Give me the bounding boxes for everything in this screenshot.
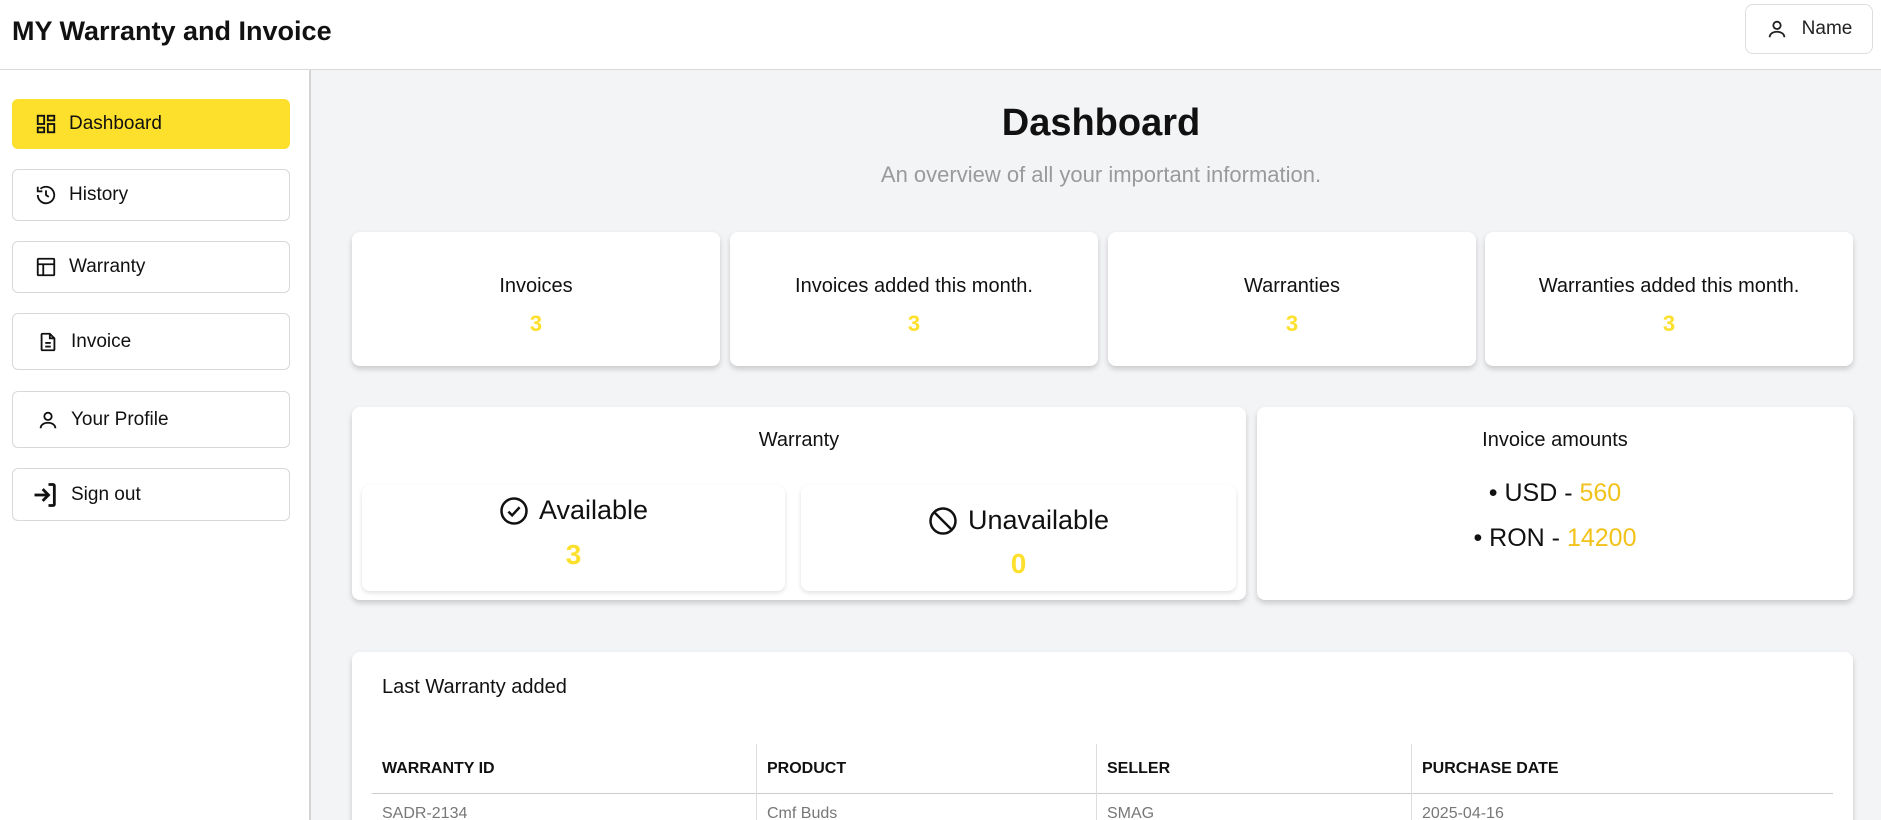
- stat-card-invoices: Invoices 3: [352, 232, 720, 366]
- available-label: Available: [538, 495, 649, 525]
- column-header[interactable]: SELLER: [1096, 744, 1411, 794]
- amounts-list: • USD - 560 • RON - 14200: [1267, 413, 1843, 591]
- sidebar-item-sign-out[interactable]: Sign out: [12, 468, 290, 521]
- invoice-icon: [40, 332, 56, 351]
- stat-label: Warranties: [1244, 275, 1340, 297]
- main-content: Dashboard An overview of all your import…: [313, 70, 1881, 820]
- top-bar: MY Warranty and Invoice Name: [0, 0, 1881, 70]
- user-name: Name: [1801, 18, 1853, 39]
- amount-currency: • RON -: [1473, 524, 1561, 552]
- stat-label: Warranties added this month.: [1538, 275, 1800, 297]
- sidebar-item-warranty[interactable]: Warranty: [12, 241, 290, 293]
- card-title: Warranty: [758, 429, 840, 451]
- sidebar-item-label: Invoice: [71, 330, 132, 352]
- stat-card-warranties: Warranties 3: [1108, 232, 1476, 366]
- available-value: 3: [565, 539, 582, 570]
- table-header-row: WARRANTY ID PRODUCT SELLER PURCHASE DATE: [372, 744, 1833, 794]
- stat-card-warranties-month: Warranties added this month. 3: [1485, 232, 1853, 366]
- column-header[interactable]: WARRANTY ID: [372, 744, 756, 794]
- history-icon: [36, 185, 56, 205]
- stat-value: 3: [907, 311, 921, 336]
- app-title: MY Warranty and Invoice: [12, 16, 332, 46]
- user-menu-button[interactable]: Name: [1745, 4, 1873, 54]
- unavailable-label: Unavailable: [967, 505, 1110, 535]
- stat-value: 3: [529, 311, 543, 336]
- available-card: Available 3: [362, 485, 785, 591]
- table-title: Last Warranty added: [382, 676, 567, 698]
- sidebar-item-label: Your Profile: [71, 408, 169, 430]
- sidebar-item-label: Sign out: [71, 483, 141, 505]
- column-header[interactable]: PRODUCT: [756, 744, 1096, 794]
- table-cell: 2025-04-16: [1411, 794, 1833, 820]
- sidebar-item-label: Dashboard: [69, 113, 162, 134]
- sidebar-item-label: Warranty: [69, 256, 146, 277]
- stat-value: 3: [1285, 311, 1299, 336]
- sidebar-item-profile[interactable]: Your Profile: [12, 391, 290, 448]
- sidebar-item-dashboard[interactable]: Dashboard: [12, 99, 290, 149]
- stat-card-invoices-month: Invoices added this month. 3: [730, 232, 1098, 366]
- amount-value: 14200: [1566, 524, 1637, 552]
- ban-icon: [929, 506, 957, 535]
- check-circle-icon: [500, 496, 528, 525]
- sidebar-item-history[interactable]: History: [12, 169, 290, 221]
- warranty-status-card: Warranty Available 3 Unavailable 0: [352, 407, 1246, 600]
- stat-label: Invoices: [499, 275, 573, 297]
- sidebar: Dashboard History Warranty Invoice Your …: [0, 70, 311, 820]
- invoice-amounts-card: Invoice amounts • USD - 560 • RON - 1420…: [1257, 407, 1853, 600]
- available-row: Available: [362, 495, 785, 526]
- user-icon: [39, 411, 57, 428]
- sidebar-item-invoice[interactable]: Invoice: [12, 313, 290, 370]
- sign-out-icon: [34, 482, 56, 507]
- table-row[interactable]: SADR-2134 Cmf Buds SMAG 2025-04-16: [372, 794, 1833, 820]
- user-icon: [1768, 20, 1785, 38]
- page-subtitle: An overview of all your important inform…: [880, 162, 1322, 187]
- unavailable-card: Unavailable 0: [801, 485, 1236, 591]
- table-cell: Cmf Buds: [756, 794, 1096, 820]
- amount-line-usd: • USD - 560: [1267, 479, 1843, 508]
- amount-value: 560: [1579, 479, 1622, 507]
- column-header[interactable]: PURCHASE DATE: [1411, 744, 1833, 794]
- warranty-icon: [36, 257, 56, 277]
- stat-value: 3: [1662, 311, 1676, 336]
- amount-line-ron: • RON - 14200: [1267, 524, 1843, 553]
- table-cell: SMAG: [1096, 794, 1411, 820]
- sidebar-item-label: History: [69, 184, 129, 205]
- last-warranty-card: Last Warranty added WARRANTY ID PRODUCT …: [352, 652, 1853, 820]
- unavailable-value: 0: [1010, 548, 1027, 579]
- table-cell: SADR-2134: [382, 805, 468, 820]
- page-title: Dashboard: [1001, 102, 1201, 144]
- stat-label: Invoices added this month.: [795, 275, 1033, 297]
- dashboard-icon: [36, 114, 56, 134]
- amount-currency: • USD -: [1488, 479, 1573, 507]
- unavailable-row: Unavailable: [801, 505, 1236, 536]
